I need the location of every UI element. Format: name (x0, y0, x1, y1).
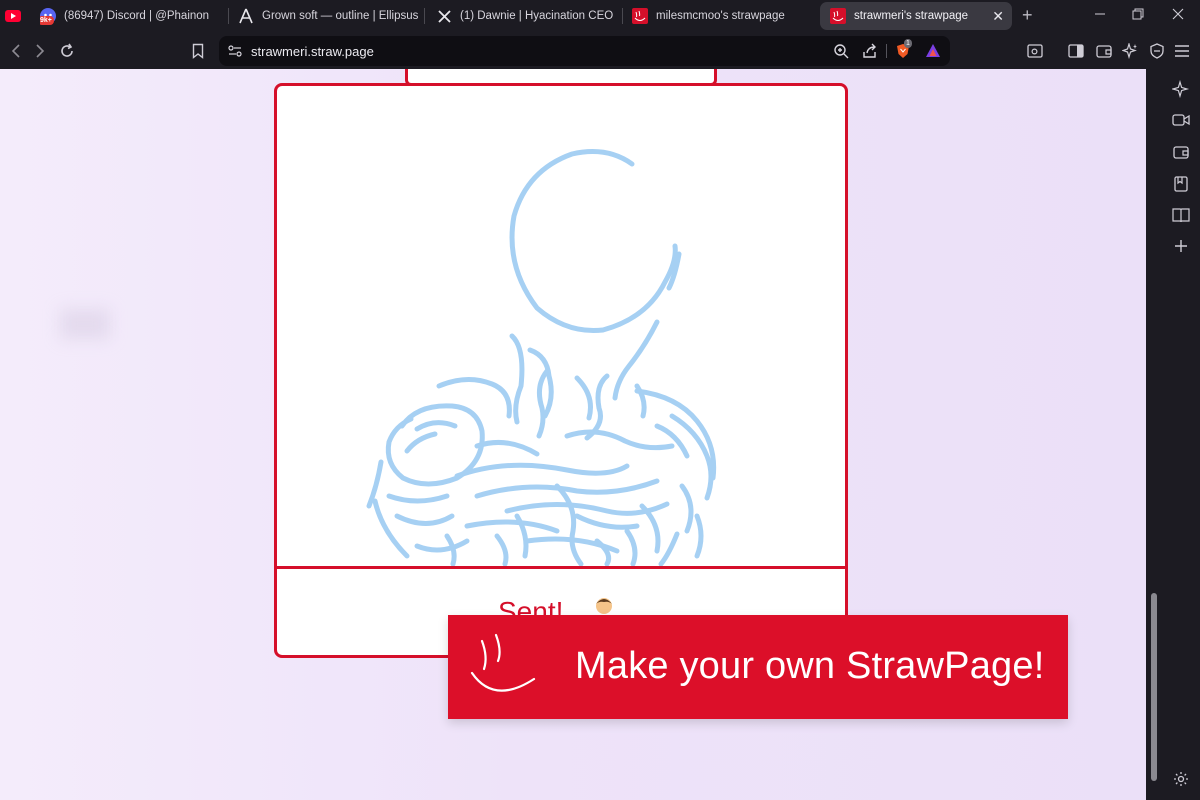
card-divider (277, 566, 845, 569)
background-blur (60, 309, 110, 339)
menu-icon[interactable] (1172, 41, 1192, 61)
strawpage-icon (830, 8, 846, 24)
share-icon[interactable] (862, 43, 878, 59)
new-tab-button[interactable]: + (1022, 6, 1033, 24)
shields-count-badge: 1 (904, 39, 912, 48)
tab-strip: 9k+ (86947) Discord | @Phainon Grown sof… (0, 0, 1200, 32)
strawpage-logo-icon (464, 629, 540, 705)
tab-x[interactable]: (1) Dawnie | Hyacination CEO (@ (436, 2, 616, 30)
ellipsus-icon (238, 8, 254, 24)
tab-title: Grown soft — outline | Ellipsus (262, 10, 419, 22)
drawing-canvas[interactable] (277, 86, 845, 567)
browser-sidebar (1162, 69, 1200, 800)
add-panel-icon[interactable] (1172, 237, 1190, 255)
back-icon[interactable] (6, 41, 26, 61)
tab-youtube[interactable] (4, 2, 30, 30)
tab-strawmeri[interactable]: strawmeri's strawpage ✕ (820, 2, 1012, 30)
vpn-icon[interactable] (1147, 41, 1167, 61)
discord-icon: 9k+ (40, 8, 56, 25)
tab-title: strawmeri's strawpage (854, 10, 969, 22)
reading-list-icon[interactable] (1172, 206, 1190, 224)
sidebar-toggle-icon[interactable] (1066, 41, 1086, 61)
tab-title: milesmcmoo's strawpage (656, 10, 785, 22)
tab-discord[interactable]: 9k+ (86947) Discord | @Phainon (40, 2, 222, 30)
notification-badge: 9k+ (40, 16, 54, 25)
settings-gear-icon[interactable] (1172, 770, 1190, 788)
tab-title: (1) Dawnie | Hyacination CEO (@ (460, 10, 616, 22)
page-scrollbar[interactable] (1146, 69, 1162, 800)
sketch-drawing (366, 149, 717, 567)
leo-ai-icon[interactable] (1172, 80, 1190, 98)
scrollbar-thumb[interactable] (1151, 593, 1157, 781)
guestbook-card: Sent! (274, 83, 848, 658)
reload-icon[interactable] (57, 41, 77, 61)
tab-separator (424, 8, 425, 24)
browser-toolbar: strawmeri.straw.page 1 (0, 32, 1200, 69)
tab-separator (622, 8, 623, 24)
url-text[interactable]: strawmeri.straw.page (251, 44, 374, 59)
url-separator (886, 44, 887, 58)
wallet-icon[interactable] (1172, 143, 1190, 161)
x-icon (436, 8, 452, 24)
wallet-icon[interactable] (1094, 41, 1114, 61)
page-viewport: Sent! Make your own StrawPage! (0, 69, 1146, 800)
talk-video-icon[interactable] (1172, 111, 1190, 129)
tab-ellipsus[interactable]: Grown soft — outline | Ellipsus (238, 2, 420, 30)
tab-separator (228, 8, 229, 24)
close-tab-icon[interactable]: ✕ (992, 8, 1004, 24)
tab-milesmcmoo[interactable]: milesmcmoo's strawpage (632, 2, 812, 30)
brave-shields-icon[interactable]: 1 (895, 39, 912, 59)
brave-rewards-icon[interactable] (925, 43, 941, 59)
make-strawpage-banner[interactable]: Make your own StrawPage! (448, 615, 1068, 719)
forward-icon[interactable] (30, 41, 50, 61)
minimize-button[interactable] (1094, 7, 1106, 23)
restore-button[interactable] (1132, 7, 1144, 23)
site-settings-icon[interactable] (227, 43, 243, 59)
tab-title: (86947) Discord | @Phainon (64, 10, 210, 22)
tab-search-icon[interactable] (1025, 41, 1045, 61)
bookmarks-icon[interactable] (1172, 175, 1190, 193)
strawpage-icon (632, 8, 648, 24)
address-bar[interactable]: strawmeri.straw.page 1 (219, 36, 950, 66)
youtube-icon (5, 8, 21, 24)
zoom-icon[interactable] (833, 43, 849, 59)
banner-text: Make your own StrawPage! (575, 645, 1045, 687)
close-window-button[interactable] (1172, 7, 1184, 23)
leo-ai-icon[interactable] (1120, 41, 1140, 61)
bookmark-icon[interactable] (188, 41, 208, 61)
